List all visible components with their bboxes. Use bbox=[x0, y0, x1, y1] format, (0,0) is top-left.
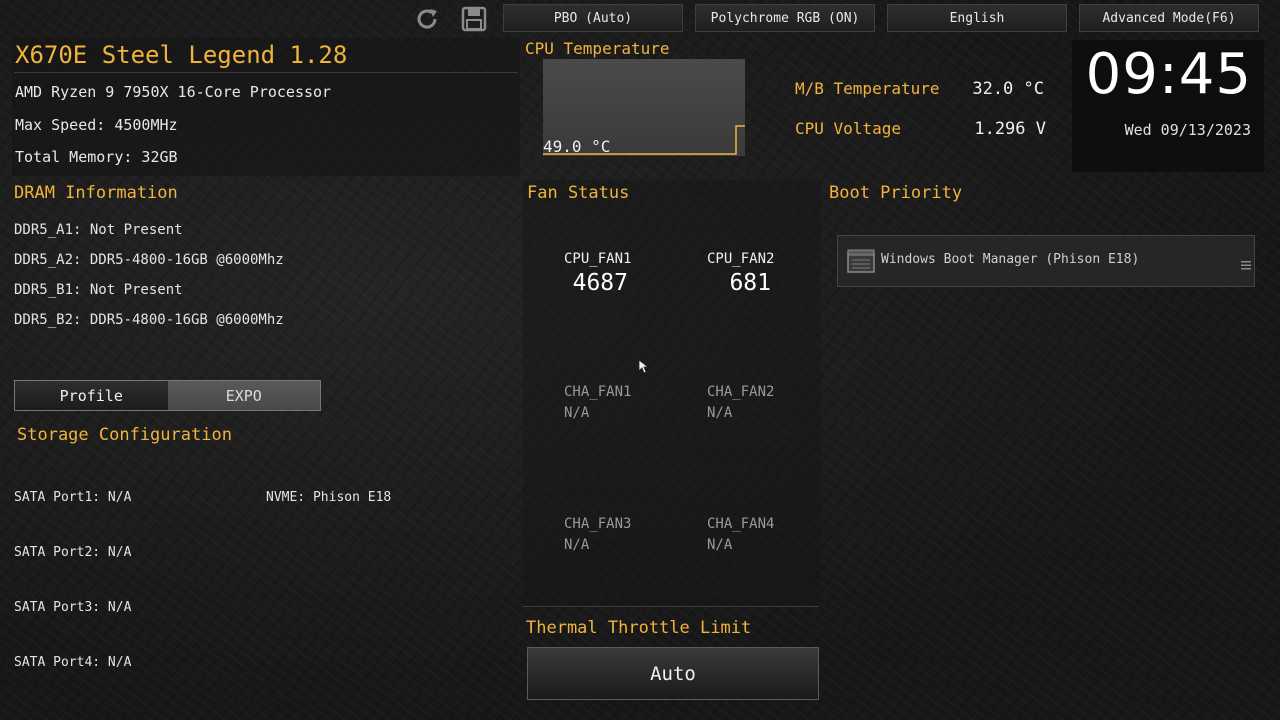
fan-value-cha-fan4: N/A bbox=[707, 537, 733, 553]
thermal-throttle-title: Thermal Throttle Limit bbox=[526, 618, 752, 638]
fan-rpm-cpu-fan2: 681 bbox=[729, 270, 771, 296]
fan-name-cha-fan3: CHA_FAN3 bbox=[564, 516, 632, 532]
mb-temperature-label: M/B Temperature bbox=[795, 79, 940, 98]
dram-slot-b2: DDR5_B2: DDR5-4800-16GB @6000Mhz bbox=[14, 312, 284, 328]
dram-information-title: DRAM Information bbox=[14, 183, 178, 203]
dram-slot-a1: DDR5_A1: Not Present bbox=[14, 222, 183, 238]
drive-icon bbox=[847, 249, 875, 277]
boot-item-label: Windows Boot Manager (Phison E18) bbox=[881, 252, 1140, 267]
fan-name-cha-fan2: CHA_FAN2 bbox=[707, 384, 775, 400]
max-speed: Max Speed: 4500MHz bbox=[15, 116, 178, 134]
save-icon[interactable] bbox=[459, 4, 489, 34]
fan-value-cha-fan1: N/A bbox=[564, 405, 590, 421]
mouse-cursor-icon bbox=[638, 359, 650, 378]
sata-port-3: SATA Port3: N/A bbox=[14, 600, 132, 615]
fan-name-cpu-fan1: CPU_FAN1 bbox=[564, 251, 632, 267]
cpu-temperature-title: CPU Temperature bbox=[525, 39, 670, 58]
thermal-throttle-button[interactable]: Auto bbox=[527, 647, 819, 700]
profile-label[interactable]: Profile bbox=[15, 381, 168, 410]
fan-name-cpu-fan2: CPU_FAN2 bbox=[707, 251, 775, 267]
boot-priority-title: Boot Priority bbox=[829, 183, 963, 203]
cpu-voltage-value: 1.296 V bbox=[974, 119, 1046, 139]
sata-port-1: SATA Port1: N/A bbox=[14, 490, 132, 505]
dram-slot-b1: DDR5_B1: Not Present bbox=[14, 282, 183, 298]
advanced-mode-button[interactable]: Advanced Mode(F6) bbox=[1079, 4, 1259, 32]
clock-time: 09:45 bbox=[1085, 42, 1252, 107]
dram-profile-toggle[interactable]: Profile EXPO bbox=[14, 380, 321, 411]
sata-port-2: SATA Port2: N/A bbox=[14, 545, 132, 560]
sata-port-4: SATA Port4: N/A bbox=[14, 655, 132, 670]
mb-temperature-value: 32.0 °C bbox=[972, 79, 1044, 99]
polychrome-rgb-button[interactable]: Polychrome RGB (ON) bbox=[695, 4, 875, 32]
pbo-button[interactable]: PBO (Auto) bbox=[503, 4, 683, 32]
fan-name-cha-fan4: CHA_FAN4 bbox=[707, 516, 775, 532]
clock-date: Wed 09/13/2023 bbox=[1124, 121, 1251, 139]
board-model: X670E Steel Legend 1.28 bbox=[15, 41, 348, 69]
cpu-voltage-label: CPU Voltage bbox=[795, 119, 901, 138]
profile-expo-option[interactable]: EXPO bbox=[167, 381, 320, 410]
drag-handle-icon[interactable] bbox=[1241, 255, 1251, 274]
fan-rpm-cpu-fan1: 4687 bbox=[572, 270, 628, 296]
total-memory: Total Memory: 32GB bbox=[15, 148, 178, 166]
dram-slot-a2: DDR5_A2: DDR5-4800-16GB @6000Mhz bbox=[14, 252, 284, 268]
divider bbox=[523, 606, 819, 607]
fan-status-title: Fan Status bbox=[527, 183, 630, 203]
divider bbox=[14, 72, 518, 73]
refresh-icon[interactable] bbox=[412, 4, 442, 34]
fan-value-cha-fan2: N/A bbox=[707, 405, 733, 421]
cpu-name: AMD Ryzen 9 7950X 16-Core Processor bbox=[15, 83, 332, 101]
fan-value-cha-fan3: N/A bbox=[564, 537, 590, 553]
fan-name-cha-fan1: CHA_FAN1 bbox=[564, 384, 632, 400]
boot-item-windows-boot-manager[interactable]: Windows Boot Manager (Phison E18) bbox=[837, 235, 1255, 287]
storage-configuration-title: Storage Configuration bbox=[17, 425, 232, 445]
nvme-device: NVME: Phison E18 bbox=[266, 490, 392, 505]
language-button[interactable]: English bbox=[887, 4, 1067, 32]
cpu-temperature-value: 49.0 °C bbox=[543, 137, 611, 156]
